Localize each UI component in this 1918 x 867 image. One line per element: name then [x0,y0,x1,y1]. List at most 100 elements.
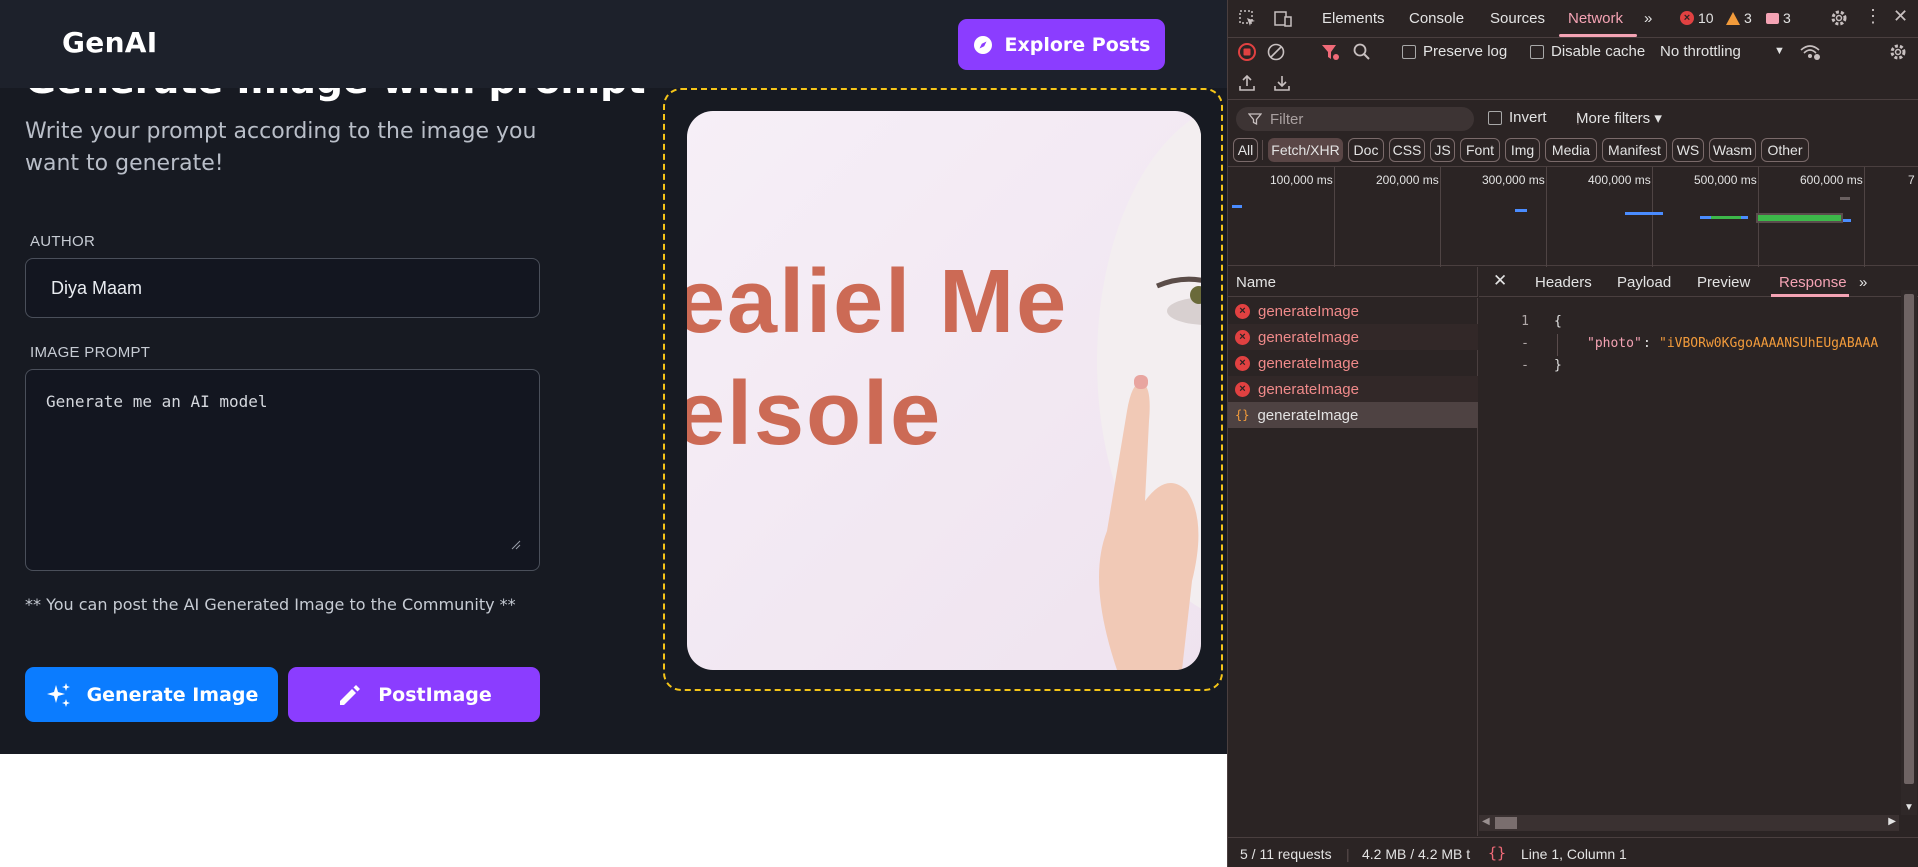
device-toolbar-icon[interactable] [1273,9,1293,29]
timeline-request-bar [1232,205,1242,208]
vertical-scroll-thumb[interactable] [1904,294,1914,784]
author-input[interactable]: Diya Maam [25,258,540,318]
tab-response[interactable]: Response [1779,274,1847,291]
timeline-request-bar [1843,219,1851,222]
type-filter-doc[interactable]: Doc [1348,138,1384,162]
tab-headers[interactable]: Headers [1535,274,1592,291]
request-row[interactable]: × generateImage [1228,376,1478,402]
type-filter-fetch-xhr[interactable]: Fetch/XHR [1268,138,1343,162]
record-stop-icon[interactable] [1237,42,1257,62]
explore-posts-button[interactable]: Explore Posts [958,19,1165,70]
resize-grip-icon[interactable] [511,540,521,550]
network-settings-icon[interactable] [1888,42,1908,62]
vertical-scrollbar[interactable]: ▼ [1901,290,1917,815]
filter-bar: Filter Invert | More filters ▾ [1228,104,1918,134]
filter-input[interactable]: Filter [1236,107,1474,131]
disable-cache-checkbox[interactable] [1530,45,1544,59]
type-filter-all[interactable]: All [1233,138,1258,162]
request-row[interactable]: × generateImage [1228,350,1478,376]
author-label: AUTHOR [30,233,96,250]
request-row[interactable]: × generateImage [1228,298,1478,324]
inspect-element-icon[interactable] [1238,9,1258,29]
devtools-panel: Elements Console Sources Network » × 10 … [1227,0,1918,867]
type-filter-manifest[interactable]: Manifest [1602,138,1667,162]
generate-image-button[interactable]: Generate Image [25,667,278,722]
type-filter-js[interactable]: JS [1430,138,1455,162]
line-number: 1 [1521,314,1529,329]
tab-console[interactable]: Console [1409,10,1464,27]
timeline-selection[interactable] [1756,213,1843,223]
brand-logo[interactable]: GenAI [62,26,158,59]
request-row[interactable]: × generateImage [1228,324,1478,350]
image-text-line-2: elsole [687,364,943,464]
warning-counter[interactable]: 3 [1726,10,1752,26]
code-text: } [1554,358,1562,373]
tab-elements[interactable]: Elements [1322,10,1385,27]
devtools-tabbar: Elements Console Sources Network » × 10 … [1228,0,1918,38]
import-har-icon[interactable] [1238,73,1256,93]
explore-posts-label: Explore Posts [1004,33,1151,56]
post-image-button[interactable]: PostImage [288,667,540,722]
warning-count: 3 [1744,10,1752,26]
pretty-print-icon[interactable]: {} [1488,844,1506,862]
horizontal-scroll-thumb[interactable] [1495,817,1517,829]
throttling-dropdown-icon[interactable]: ▼ [1774,45,1785,57]
request-name: generateImage [1258,380,1359,398]
tab-payload[interactable]: Payload [1617,274,1671,291]
horizontal-scrollbar[interactable]: ◀ ▶ [1479,815,1899,831]
type-filter-wasm[interactable]: Wasm [1709,138,1756,162]
close-detail-icon[interactable]: ✕ [1493,271,1507,291]
timeline-label: 7 [1908,173,1915,187]
timeline-gridline [1334,167,1335,267]
error-counter[interactable]: × 10 [1680,10,1714,26]
tab-network[interactable]: Network [1568,10,1623,27]
tab-sources[interactable]: Sources [1490,10,1545,27]
preserve-log-checkbox[interactable] [1402,45,1416,59]
type-filter-css[interactable]: CSS [1389,138,1425,162]
network-timeline-overview[interactable]: 100,000 ms 200,000 ms 300,000 ms 400,000… [1228,166,1918,267]
line-number: - [1521,358,1529,373]
search-icon[interactable] [1352,42,1372,62]
response-viewer[interactable]: 1 { - "photo" : "iVBORw0KGgoAAAANSUhEUgA… [1479,298,1918,798]
timeline-gridline [1652,167,1653,267]
export-har-icon[interactable] [1273,73,1291,93]
more-detail-tabs-icon[interactable]: » [1859,274,1867,291]
request-row-selected[interactable]: {} generateImage [1228,402,1478,428]
app-header: GenAI Explore Posts [0,0,1227,88]
timeline-request-bar [1515,209,1527,212]
filter-funnel-icon[interactable] [1320,42,1340,62]
image-prompt-textarea[interactable]: Generate me an AI model [25,369,540,571]
network-conditions-icon[interactable] [1799,42,1821,62]
type-filter-font[interactable]: Font [1460,138,1500,162]
app-main-area: GenAI Explore Posts Generate Image with … [0,0,1227,754]
image-prompt-label: IMAGE PROMPT [30,344,151,361]
tab-preview[interactable]: Preview [1697,274,1750,291]
warning-icon [1726,11,1740,25]
clear-icon[interactable] [1266,42,1286,62]
scroll-down-icon[interactable]: ▼ [1904,802,1914,813]
close-devtools-icon[interactable]: ✕ [1893,6,1908,27]
type-filter-media[interactable]: Media [1545,138,1597,162]
throttling-select[interactable]: No throttling [1660,43,1741,60]
settings-gear-icon[interactable] [1829,8,1849,28]
invert-checkbox[interactable] [1488,111,1502,125]
request-name: generateImage [1258,328,1359,346]
timeline-gridline [1440,167,1441,267]
message-counter[interactable]: 3 [1766,10,1791,26]
scroll-right-icon[interactable]: ▶ [1888,816,1896,827]
name-column-header[interactable]: Name [1228,267,1478,297]
type-filter-other[interactable]: Other [1761,138,1809,162]
message-count: 3 [1783,10,1791,26]
import-export-toolbar [1228,68,1918,100]
type-filter-ws[interactable]: WS [1672,138,1704,162]
more-filters-button[interactable]: More filters ▾ [1576,109,1662,127]
scroll-left-icon[interactable]: ◀ [1482,816,1490,827]
type-filter-img[interactable]: Img [1505,138,1540,162]
request-error-icon: × [1235,303,1250,319]
json-key: "photo" [1587,336,1642,351]
more-tabs-icon[interactable]: » [1644,10,1652,27]
timeline-gridline [1546,167,1547,267]
kebab-menu-icon[interactable]: ⋮ [1864,6,1882,27]
network-toolbar: Preserve log Disable cache No throttling… [1228,38,1918,68]
web-app: GenAI Explore Posts Generate Image with … [0,0,1227,867]
